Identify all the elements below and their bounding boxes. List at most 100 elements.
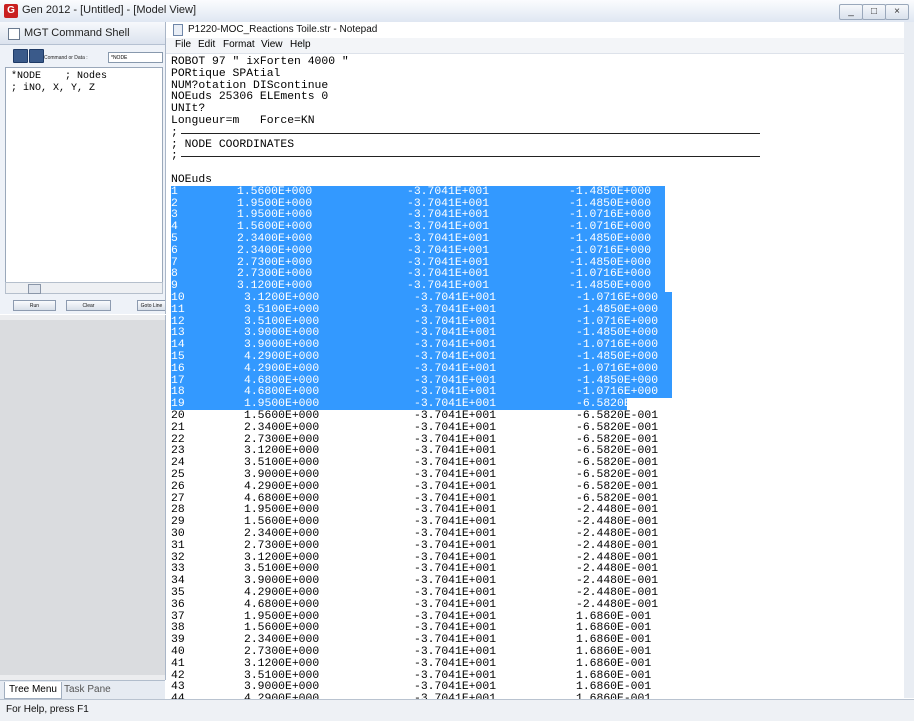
node-id: 13 xyxy=(171,327,185,340)
node-row[interactable]: 25 3.9000E+000 -3.7041E+001 -6.5820E-001 xyxy=(171,469,904,481)
save-icon[interactable] xyxy=(29,49,44,63)
node-row[interactable]: 37 1.9500E+000 -3.7041E+001 1.6860E-001 xyxy=(171,611,904,623)
close-button[interactable]: × xyxy=(885,4,909,20)
node-row[interactable]: 13 3.9000E+000 -3.7041E+001 -1.4850E+000 xyxy=(171,327,904,339)
header-line: NOEuds xyxy=(171,174,213,186)
node-y: -3.7041E+001 xyxy=(414,516,497,529)
header-line: NOEuds 25306 ELEments 0 xyxy=(171,91,329,104)
node-y: -3.7041E+001 xyxy=(414,681,497,694)
node-y: -3.7041E+001 xyxy=(407,209,490,222)
goto-line-button[interactable]: Goto Line xyxy=(137,300,165,311)
node-y: -3.7041E+001 xyxy=(414,315,497,328)
node-row[interactable]: 42 3.5100E+000 -3.7041E+001 1.6860E-001 xyxy=(171,670,904,682)
command-shell-header: MGT Command Shell xyxy=(0,22,165,45)
node-row[interactable]: 39 2.3400E+000 -3.7041E+001 1.6860E-001 xyxy=(171,634,904,646)
node-id: 40 xyxy=(171,646,185,658)
node-row[interactable]: 9 3.1200E+000 -3.7041E+001 -1.4850E+000 xyxy=(171,280,904,292)
node-row[interactable]: 23 3.1200E+000 -3.7041E+001 -6.5820E-001 xyxy=(171,445,904,457)
node-row[interactable]: 36 4.6800E+000 -3.7041E+001 -2.4480E-001 xyxy=(171,599,904,611)
menu-format[interactable]: Format xyxy=(223,39,255,50)
node-row[interactable]: 16 4.2900E+000 -3.7041E+001 -1.0716E+000 xyxy=(171,363,904,375)
node-row[interactable]: 35 4.2900E+000 -3.7041E+001 -2.4480E-001 xyxy=(171,587,904,599)
node-row[interactable]: 38 1.5600E+000 -3.7041E+001 1.6860E-001 xyxy=(171,622,904,634)
node-x: 3.5100E+000 xyxy=(244,669,320,682)
node-y: -3.7041E+001 xyxy=(414,327,497,340)
node-row[interactable]: 34 3.9000E+000 -3.7041E+001 -2.4480E-001 xyxy=(171,575,904,587)
node-row[interactable]: 1 1.5600E+000 -3.7041E+001 -1.4850E+000 xyxy=(171,186,904,198)
node-id: 39 xyxy=(171,634,185,647)
node-x: 3.9000E+000 xyxy=(244,681,320,694)
node-z: -2.4480E-001 xyxy=(576,504,659,517)
notepad-title-bar[interactable]: P1220-MOC_Reactions Toile.str - Notepad xyxy=(166,22,904,38)
node-row[interactable]: 19 1.9500E+000 -3.7041E+001 -6.5820E-001 xyxy=(171,398,904,410)
maximize-button[interactable]: □ xyxy=(862,4,886,20)
node-id: 42 xyxy=(171,669,185,682)
scrollbar-thumb[interactable] xyxy=(28,284,41,294)
node-id: 11 xyxy=(171,303,185,316)
node-row[interactable]: 21 2.3400E+000 -3.7041E+001 -6.5820E-001 xyxy=(171,422,904,434)
node-row[interactable]: 40 2.7300E+000 -3.7041E+001 1.6860E-001 xyxy=(171,646,904,658)
menu-file[interactable]: File xyxy=(175,39,191,50)
node-row[interactable]: 32 3.1200E+000 -3.7041E+001 -2.4480E-001 xyxy=(171,552,904,564)
node-y: -3.7041E+001 xyxy=(407,233,490,245)
tab-task-pane[interactable]: Task Pane xyxy=(60,682,115,698)
node-row[interactable]: 31 2.7300E+000 -3.7041E+001 -2.4480E-001 xyxy=(171,540,904,552)
node-row[interactable]: 6 2.3400E+000 -3.7041E+001 -1.0716E+000 xyxy=(171,245,904,257)
node-row[interactable]: 14 3.9000E+000 -3.7041E+001 -1.0716E+000 xyxy=(171,339,904,351)
node-row[interactable]: 3 1.9500E+000 -3.7041E+001 -1.0716E+000 xyxy=(171,209,904,221)
node-row[interactable]: 26 4.2900E+000 -3.7041E+001 -6.5820E-001 xyxy=(171,481,904,493)
node-x: 3.1200E+000 xyxy=(244,657,320,670)
node-row[interactable]: 27 4.6800E+000 -3.7041E+001 -6.5820E-001 xyxy=(171,493,904,505)
node-id: 8 xyxy=(171,268,178,281)
tab-tree-menu[interactable]: Tree Menu xyxy=(4,682,62,699)
node-row[interactable]: 10 3.1200E+000 -3.7041E+001 -1.0716E+000 xyxy=(171,292,904,304)
node-row[interactable]: 2 1.9500E+000 -3.7041E+001 -1.4850E+000 xyxy=(171,198,904,210)
node-id: 30 xyxy=(171,528,185,540)
shell-text-area[interactable]: *NODE ; Nodes ; iNO, X, Y, Z xyxy=(5,67,163,283)
node-row[interactable]: 11 3.5100E+000 -3.7041E+001 -1.4850E+000 xyxy=(171,304,904,316)
node-id: 2 xyxy=(171,197,178,210)
run-button[interactable]: Run xyxy=(13,300,56,311)
node-row[interactable]: 8 2.7300E+000 -3.7041E+001 -1.0716E+000 xyxy=(171,268,904,280)
node-z: -6.5820E-001 xyxy=(576,469,659,481)
node-z: -1.0716E+000 xyxy=(569,268,652,281)
node-x: 2.3400E+000 xyxy=(244,421,320,434)
command-input[interactable]: *NODE xyxy=(108,52,163,63)
node-row[interactable]: 30 2.3400E+000 -3.7041E+001 -2.4480E-001 xyxy=(171,528,904,540)
header-line: ; NODE COORDINATES xyxy=(171,138,295,151)
node-row[interactable]: 41 3.1200E+000 -3.7041E+001 1.6860E-001 xyxy=(171,658,904,670)
clear-button[interactable]: Clear xyxy=(66,300,111,311)
node-row[interactable]: 29 1.5600E+000 -3.7041E+001 -2.4480E-001 xyxy=(171,516,904,528)
node-row[interactable]: 5 2.3400E+000 -3.7041E+001 -1.4850E+000 xyxy=(171,233,904,245)
horizontal-scrollbar[interactable] xyxy=(5,282,163,294)
menu-view[interactable]: View xyxy=(261,39,283,50)
node-row[interactable]: 4 1.5600E+000 -3.7041E+001 -1.0716E+000 xyxy=(171,221,904,233)
node-row[interactable]: 43 3.9000E+000 -3.7041E+001 1.6860E-001 xyxy=(171,681,904,693)
app-title-bar[interactable]: G Gen 2012 - [Untitled] - [Model View] _… xyxy=(0,0,914,23)
node-y: -3.7041E+001 xyxy=(407,197,490,210)
menu-edit[interactable]: Edit xyxy=(198,39,215,50)
node-x: 4.6800E+000 xyxy=(244,386,320,399)
node-row[interactable]: 7 2.7300E+000 -3.7041E+001 -1.4850E+000 xyxy=(171,257,904,269)
node-z: -2.4480E-001 xyxy=(576,551,659,564)
node-x: 3.1200E+000 xyxy=(237,280,313,293)
minimize-button[interactable]: _ xyxy=(839,4,863,20)
node-row[interactable]: 33 3.5100E+000 -3.7041E+001 -2.4480E-001 xyxy=(171,563,904,575)
node-row[interactable]: 17 4.6800E+000 -3.7041E+001 -1.4850E+000 xyxy=(171,375,904,387)
node-id: 27 xyxy=(171,492,185,505)
node-y: -3.7041E+001 xyxy=(414,528,497,540)
node-row[interactable]: 24 3.5100E+000 -3.7041E+001 -6.5820E-001 xyxy=(171,457,904,469)
node-y: -3.7041E+001 xyxy=(407,268,490,281)
menu-help[interactable]: Help xyxy=(290,39,311,50)
node-row[interactable]: 12 3.5100E+000 -3.7041E+001 -1.0716E+000 xyxy=(171,316,904,328)
node-row[interactable]: 15 4.2900E+000 -3.7041E+001 -1.4850E+000 xyxy=(171,351,904,363)
node-row[interactable]: 22 2.7300E+000 -3.7041E+001 -6.5820E-001 xyxy=(171,434,904,446)
open-folder-icon[interactable] xyxy=(13,49,28,63)
notepad-text-area[interactable]: ROBOT 97 " ixForten 4000 " PORtique SPAti… xyxy=(171,54,904,699)
node-row[interactable]: 28 1.9500E+000 -3.7041E+001 -2.4480E-001 xyxy=(171,504,904,516)
node-x: 1.9500E+000 xyxy=(237,209,313,222)
node-row[interactable]: 18 4.6800E+000 -3.7041E+001 -1.0716E+000 xyxy=(171,386,904,398)
node-id: 24 xyxy=(171,457,185,470)
node-row[interactable]: 20 1.5600E+000 -3.7041E+001 -6.5820E-001 xyxy=(171,410,904,422)
node-id: 9 xyxy=(171,280,178,293)
